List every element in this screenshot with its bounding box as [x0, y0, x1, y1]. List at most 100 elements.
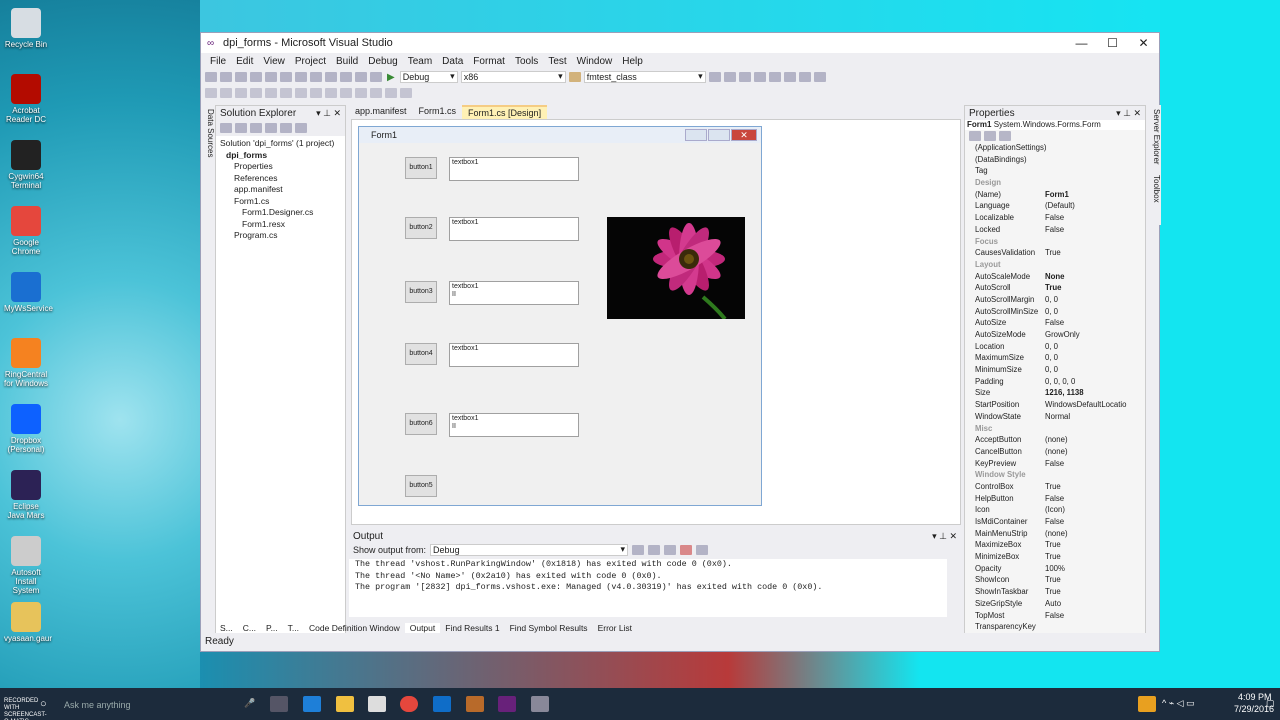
document-tab[interactable]: app.manifest: [349, 105, 413, 119]
form-button[interactable]: button3: [405, 281, 437, 303]
form-button[interactable]: button6: [405, 413, 437, 435]
form-button[interactable]: button5: [405, 475, 437, 497]
v-spacing-icon[interactable]: [370, 88, 382, 98]
new-project-icon[interactable]: [205, 72, 217, 82]
property-value[interactable]: False: [1045, 212, 1145, 224]
same-width-icon[interactable]: [295, 88, 307, 98]
property-row[interactable]: Tag: [965, 165, 1145, 177]
navigate-forward-icon[interactable]: [370, 72, 382, 82]
property-value[interactable]: (none): [1045, 434, 1145, 446]
sync-icon[interactable]: [235, 123, 247, 133]
desktop-icon[interactable]: vyasaan.gaur: [4, 602, 52, 643]
property-row[interactable]: Locked False: [965, 224, 1145, 236]
alphabetical-icon[interactable]: [984, 131, 996, 141]
redo-icon[interactable]: [340, 72, 352, 82]
toolbox-tab[interactable]: Toolbox: [1152, 175, 1161, 203]
property-row[interactable]: (DataBindings): [965, 154, 1145, 166]
bring-front-icon[interactable]: [783, 72, 796, 82]
property-value[interactable]: 0, 0: [1045, 341, 1145, 353]
property-value[interactable]: 0, 0: [1045, 306, 1145, 318]
menu-item-format[interactable]: Format: [468, 56, 510, 67]
property-row[interactable]: AutoScrollMinSize 0, 0: [965, 306, 1145, 318]
property-value[interactable]: [1045, 165, 1145, 177]
property-category[interactable]: Layout: [965, 259, 1145, 271]
start-icon[interactable]: ▶: [387, 72, 395, 83]
property-value[interactable]: True: [1045, 282, 1145, 294]
bottom-tab[interactable]: Find Symbol Results: [505, 623, 593, 633]
property-value[interactable]: (none): [1045, 528, 1145, 540]
tree-item[interactable]: app.manifest: [220, 184, 345, 196]
align-right-icon[interactable]: [235, 88, 247, 98]
property-row[interactable]: AutoScaleMode None: [965, 271, 1145, 283]
bottom-tab[interactable]: S...: [215, 623, 238, 633]
property-value[interactable]: 0, 0: [1045, 364, 1145, 376]
bottom-tab[interactable]: T...: [283, 623, 304, 633]
property-value[interactable]: True: [1045, 481, 1145, 493]
center-v-icon[interactable]: [400, 88, 412, 98]
property-row[interactable]: (Name) Form1: [965, 189, 1145, 201]
property-category[interactable]: Design: [965, 177, 1145, 189]
menu-item-debug[interactable]: Debug: [363, 56, 402, 67]
property-value[interactable]: (none): [1045, 446, 1145, 458]
maximize-button[interactable]: ☐: [1097, 33, 1128, 53]
menu-item-tools[interactable]: Tools: [510, 56, 543, 67]
server-explorer-tab[interactable]: Server Explorer: [1152, 109, 1161, 165]
form-button[interactable]: button1: [405, 157, 437, 179]
form-textbox[interactable]: textbox1 II: [449, 281, 579, 305]
align-top-icon[interactable]: [250, 88, 262, 98]
settings-taskbar-icon[interactable]: [531, 696, 549, 712]
configuration-select[interactable]: Debug: [399, 71, 458, 83]
tree-item[interactable]: Form1.Designer.cs: [220, 207, 345, 219]
align-middle-icon[interactable]: [265, 88, 277, 98]
layout-size-icon[interactable]: [723, 72, 736, 82]
open-icon[interactable]: [235, 72, 247, 82]
property-value[interactable]: 0, 0: [1045, 352, 1145, 364]
bottom-tab[interactable]: Error List: [593, 623, 637, 633]
clear-all-icon[interactable]: [680, 545, 693, 555]
save-icon[interactable]: [250, 72, 262, 82]
property-value[interactable]: Form1: [1045, 189, 1145, 201]
app-icon[interactable]: [466, 696, 484, 712]
menu-item-team[interactable]: Team: [403, 56, 437, 67]
property-value[interactable]: False: [1045, 493, 1145, 505]
task-view-icon[interactable]: [270, 696, 288, 712]
desktop-icon[interactable]: Autosoft Install System: [4, 536, 48, 595]
bottom-tab[interactable]: P...: [261, 623, 283, 633]
property-row[interactable]: TopMost False: [965, 610, 1145, 622]
desktop-icon[interactable]: Google Chrome: [4, 206, 48, 256]
property-value[interactable]: GrowOnly: [1045, 329, 1145, 341]
form-textbox[interactable]: textbox1 II: [449, 413, 579, 437]
property-row[interactable]: MaximumSize 0, 0: [965, 352, 1145, 364]
menu-item-file[interactable]: File: [205, 56, 231, 67]
desktop-icon[interactable]: RingCentral for Windows: [4, 338, 48, 388]
show-output-select[interactable]: Debug: [430, 544, 629, 556]
add-item-icon[interactable]: [220, 72, 232, 82]
property-row[interactable]: ShowInTaskbar True: [965, 586, 1145, 598]
property-value[interactable]: (Default): [1045, 200, 1145, 212]
menu-item-build[interactable]: Build: [331, 56, 363, 67]
pin-close-icon[interactable]: ▾ ⊥ ✕: [316, 108, 341, 119]
bottom-tab[interactable]: Find Results 1: [440, 623, 504, 633]
property-row[interactable]: CancelButton (none): [965, 446, 1145, 458]
next-message-icon[interactable]: [664, 545, 677, 555]
tree-item[interactable]: References: [220, 173, 345, 185]
bottom-tab[interactable]: Code Definition Window: [304, 623, 405, 633]
same-size-icon[interactable]: [325, 88, 337, 98]
copy-icon[interactable]: [295, 72, 307, 82]
property-value[interactable]: None: [1045, 271, 1145, 283]
property-row[interactable]: AutoScrollMargin 0, 0: [965, 294, 1145, 306]
center-h-icon[interactable]: [385, 88, 397, 98]
property-value[interactable]: False: [1045, 610, 1145, 622]
flower-picture[interactable]: [607, 217, 745, 319]
form-button[interactable]: button4: [405, 343, 437, 365]
microphone-icon[interactable]: 🎤: [244, 698, 255, 709]
property-value[interactable]: False: [1045, 317, 1145, 329]
refresh-icon[interactable]: [250, 123, 262, 133]
property-row[interactable]: KeyPreview False: [965, 458, 1145, 470]
property-value[interactable]: 100%: [1045, 563, 1145, 575]
word-wrap-icon[interactable]: [696, 545, 709, 555]
property-row[interactable]: CausesValidation True: [965, 247, 1145, 259]
property-row[interactable]: MinimumSize 0, 0: [965, 364, 1145, 376]
desktop-icon[interactable]: Dropbox (Personal): [4, 404, 48, 454]
property-row[interactable]: MaximizeBox True: [965, 539, 1145, 551]
